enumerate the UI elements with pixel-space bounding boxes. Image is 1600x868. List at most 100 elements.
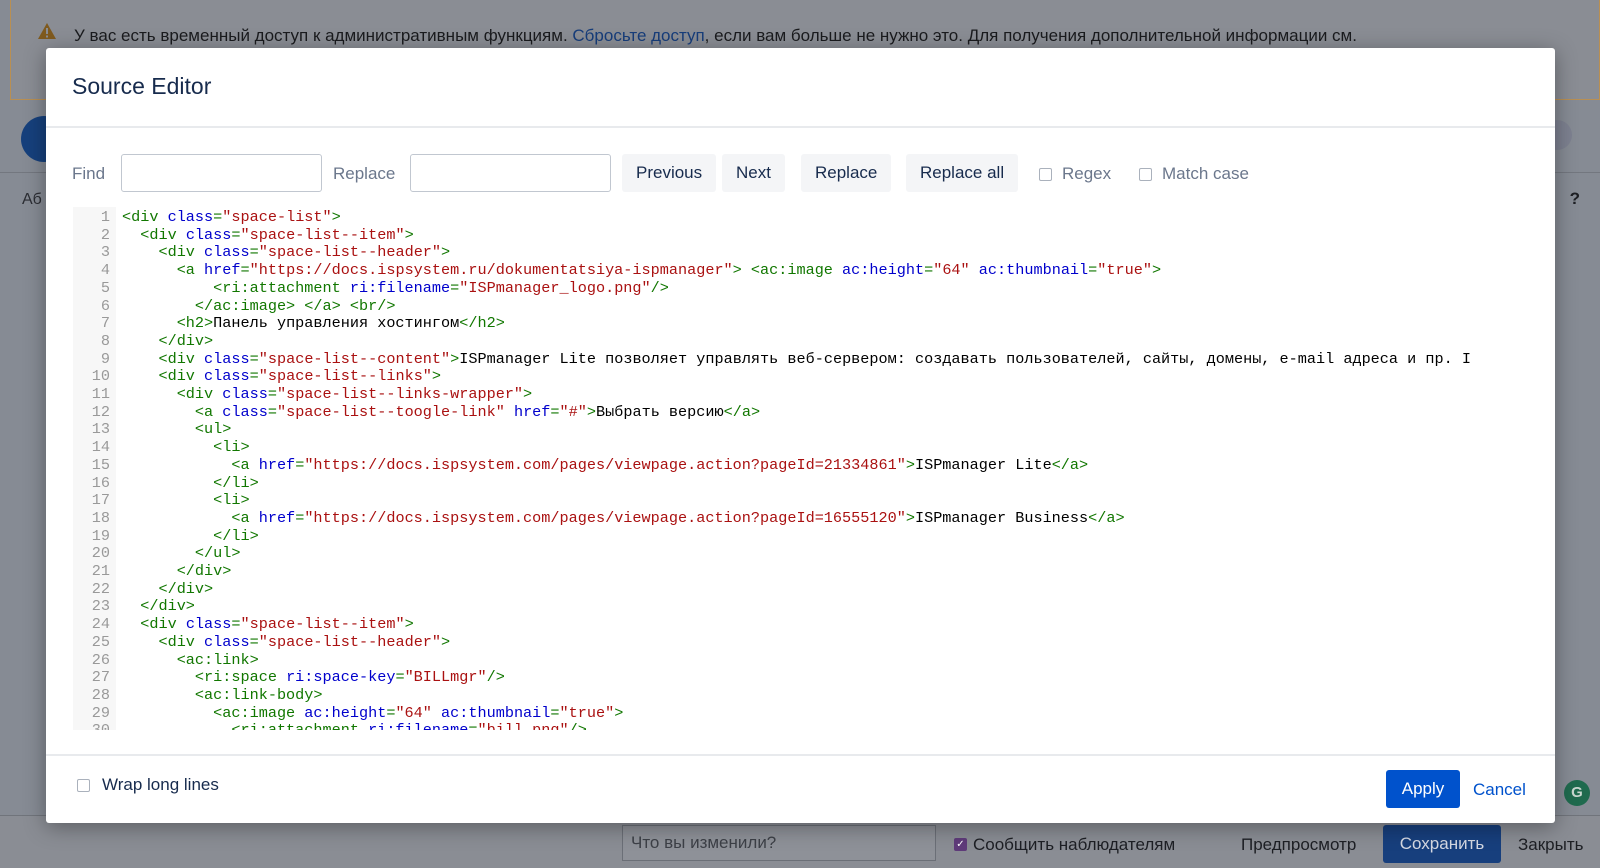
code-line[interactable]: 11 <div class="space-list--links-wrapper…	[73, 385, 533, 404]
code-line[interactable]: 9 <div class="space-list--content">ISPma…	[73, 349, 1471, 369]
code-token: >	[441, 632, 451, 651]
apply-button[interactable]: Apply	[1386, 770, 1460, 808]
reset-access-link[interactable]: Сбросьте доступ	[572, 26, 704, 45]
dialog-footer: Wrap long lines Apply Cancel	[46, 754, 1555, 823]
code-line[interactable]: 6 </ac:image> </a> <br/>	[73, 297, 396, 316]
line-number: 11	[91, 385, 110, 403]
cancel-button[interactable]: Cancel	[1473, 780, 1526, 800]
code-token: <a	[194, 402, 223, 421]
regex-checkbox[interactable]	[1039, 168, 1052, 181]
code-line[interactable]: 10 <div class="space-list--links">	[73, 367, 441, 386]
code-line[interactable]: 8 </div>	[73, 332, 213, 351]
regex-label: Regex	[1062, 164, 1112, 183]
code-token: =	[395, 668, 405, 687]
code-token: <div	[140, 225, 186, 244]
code-line[interactable]: 30 <ri:attachment ri:filename="bill.png"…	[73, 721, 587, 730]
replace-input[interactable]	[410, 154, 611, 192]
code-token: <div	[140, 615, 186, 634]
code-token: >	[523, 385, 533, 403]
preview-button[interactable]: Предпросмотр	[1241, 835, 1356, 855]
code-line[interactable]: 12 <a class="space-list--toogle-link" hr…	[73, 402, 760, 422]
code-token: =	[231, 225, 241, 244]
notify-watchers-checkbox[interactable]: ✓	[954, 838, 967, 851]
code-line[interactable]: 14 <li>	[73, 438, 250, 457]
next-button[interactable]: Next	[722, 154, 785, 192]
grammarly-icon[interactable]: G	[1564, 780, 1590, 806]
help-icon[interactable]: ?	[1570, 189, 1580, 209]
previous-button[interactable]: Previous	[622, 154, 717, 192]
code-line[interactable]: 17 <li>	[73, 491, 250, 510]
code-token: class	[185, 615, 232, 634]
code-token: href	[258, 455, 296, 474]
close-button[interactable]: Закрыть	[1518, 835, 1583, 855]
code-line[interactable]: 2 <div class="space-list--item">	[73, 225, 414, 245]
code-token: "true"	[559, 703, 615, 722]
dialog-title: Source Editor	[72, 73, 212, 99]
code-token: </div>	[176, 562, 232, 580]
code-line[interactable]: 25 <div class="space-list--header">	[73, 632, 451, 652]
code-token: =	[249, 632, 259, 651]
code-line[interactable]: 21 </div>	[73, 562, 232, 581]
code-token: "space-list--toogle-link"	[276, 402, 505, 421]
find-input[interactable]	[121, 154, 322, 192]
code-token: class	[204, 632, 250, 651]
code-line[interactable]: 26 <ac:link>	[73, 650, 259, 670]
code-line[interactable]: 24 <div class="space-list--item">	[73, 615, 414, 634]
code-line[interactable]: 20 </ul>	[73, 544, 241, 563]
line-number: 22	[91, 579, 110, 598]
code-line[interactable]: 7 <h2>Панель управления хостингом</h2>	[73, 314, 505, 333]
code-token: class	[204, 367, 250, 386]
code-token: ri:filename	[349, 278, 451, 297]
line-number: 12	[91, 402, 110, 421]
code-line[interactable]: 13 <ul>	[73, 420, 232, 439]
code-token: "64"	[933, 261, 970, 280]
line-number: 28	[91, 685, 110, 704]
code-line[interactable]: 28 <ac:link-body>	[73, 685, 323, 705]
dialog-header: Source Editor	[46, 48, 1555, 128]
replace-button[interactable]: Replace	[801, 154, 892, 192]
code-line[interactable]: 29 <ac:image ac:height = "64" ac:thumbnail…	[73, 703, 624, 723]
line-number: 23	[91, 597, 110, 616]
warning-text: У вас есть временный доступ к администра…	[74, 26, 1357, 45]
code-token: "space-list--item"	[240, 615, 405, 634]
code-token: Панель управления хостингом	[213, 314, 460, 333]
wrap-long-lines-checkbox[interactable]	[77, 779, 90, 792]
find-label: Find	[72, 164, 106, 183]
code-token: class	[222, 402, 268, 421]
change-comment-input[interactable]: Что вы изменили?	[622, 825, 936, 861]
replace-all-button[interactable]: Replace all	[906, 154, 1019, 192]
code-line[interactable]: 22 </div>	[73, 579, 213, 599]
code-line[interactable]: 18 <a href="https://docs.ispsystem.com/p…	[73, 509, 1125, 528]
paragraph-style-dropdown[interactable]: Аб	[22, 191, 42, 209]
line-number: 2	[100, 225, 110, 244]
code-line[interactable]: 23 </div>	[73, 598, 195, 616]
code-line[interactable]: 4 <a href="https://docs.ispsystem.ru/dok…	[73, 261, 1161, 280]
line-number: 27	[91, 668, 110, 687]
code-token: >	[404, 615, 414, 634]
code-line[interactable]: 1 <div class="space-list">	[73, 208, 341, 227]
code-token: class	[222, 385, 268, 403]
line-number: 10	[91, 367, 110, 386]
code-line[interactable]: 15 <a href="https://docs.ispsystem.com/p…	[73, 455, 1088, 475]
line-number: 26	[91, 650, 110, 669]
code-token: ISPmanager Lite позволяет управлять веб-…	[459, 349, 1471, 368]
code-token: >	[404, 225, 414, 244]
save-button[interactable]: Сохранить	[1383, 825, 1501, 863]
code-line[interactable]: 19 </li>	[73, 527, 259, 546]
source-code-editor[interactable]: 1 <div class="space-list"> 2 <div class="s…	[73, 207, 1531, 730]
match-case-checkbox[interactable]	[1139, 168, 1152, 181]
line-number: 14	[91, 438, 110, 457]
warning-icon	[37, 22, 57, 45]
code-token: ac:height	[842, 261, 925, 280]
code-line[interactable]: 27 <ri:space ri:space-key="BILLmgr"/>	[73, 668, 505, 687]
code-line[interactable]: 16 </li>	[73, 474, 259, 493]
code-line[interactable]: 5 <ri:attachment ri:filename="ISPmanager…	[73, 278, 669, 298]
code-token: =	[550, 703, 560, 722]
code-line[interactable]: 3 <div class="space-list--header">	[73, 244, 450, 262]
